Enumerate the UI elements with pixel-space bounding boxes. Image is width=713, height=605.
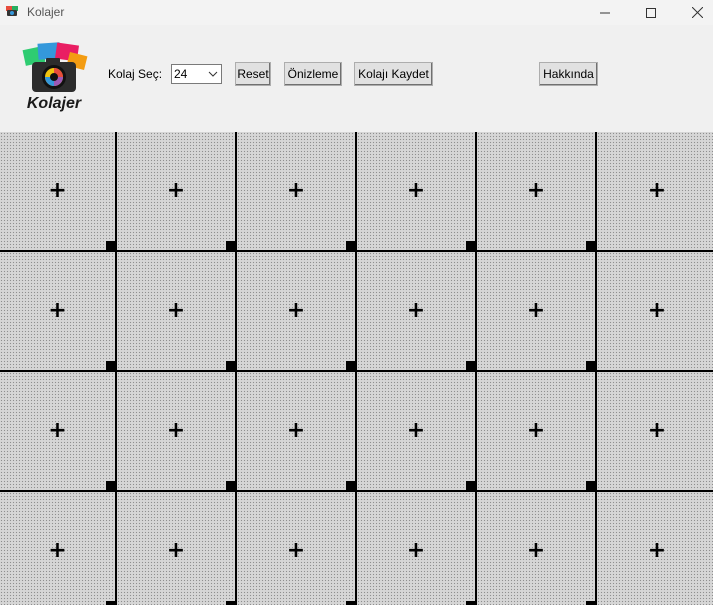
resize-handle[interactable] [466,601,476,605]
plus-icon[interactable]: + [647,180,667,202]
plus-icon[interactable]: + [166,540,186,562]
plus-icon[interactable]: + [647,300,667,322]
resize-handle[interactable] [226,361,236,371]
collage-select-value: 24 [174,67,188,81]
reset-button[interactable]: Reset [235,62,271,86]
plus-icon[interactable]: + [286,420,306,442]
plus-icon[interactable]: + [286,540,306,562]
collage-grid: + + + + + + + + + + + + + + + + + + + + + + + + [0,132,713,605]
resize-handle[interactable] [586,481,596,491]
plus-icon[interactable]: + [647,420,667,442]
title-bar: Kolajer [0,0,713,25]
plus-icon[interactable]: + [286,180,306,202]
resize-handle[interactable] [346,361,356,371]
save-collage-button[interactable]: Kolajı Kaydet [354,62,433,86]
resize-handle[interactable] [346,481,356,491]
maximize-button[interactable] [628,0,674,25]
plus-icon[interactable]: + [526,180,546,202]
resize-handle[interactable] [586,601,596,605]
collage-select[interactable]: 24 [171,64,222,84]
resize-handle[interactable] [226,601,236,605]
plus-icon[interactable]: + [166,420,186,442]
kolajer-logo: Kolajer [22,42,88,112]
logo-text: Kolajer [27,95,82,112]
resize-handle[interactable] [106,361,116,371]
resize-handle[interactable] [346,241,356,251]
app-icon [6,6,18,16]
close-button[interactable] [674,0,713,25]
plus-icon[interactable]: + [48,540,68,562]
resize-handle[interactable] [466,481,476,491]
preview-button[interactable]: Önizleme [284,62,342,86]
maximize-icon [646,7,656,18]
resize-handle[interactable] [466,361,476,371]
resize-handle[interactable] [346,601,356,605]
plus-icon[interactable]: + [48,420,68,442]
resize-handle[interactable] [466,241,476,251]
plus-icon[interactable]: + [406,180,426,202]
resize-handle[interactable] [106,241,116,251]
collage-select-label: Kolaj Seç: [108,67,163,81]
resize-handle[interactable] [226,481,236,491]
resize-handle[interactable] [586,361,596,371]
plus-icon[interactable]: + [526,300,546,322]
minimize-button[interactable] [582,0,628,25]
resize-handle[interactable] [226,241,236,251]
plus-icon[interactable]: + [166,300,186,322]
close-icon [691,7,703,18]
minimize-icon [600,12,610,13]
resize-handle[interactable] [586,241,596,251]
plus-icon[interactable]: + [286,300,306,322]
about-button[interactable]: Hakkında [539,62,598,86]
chevron-down-icon [208,71,218,77]
plus-icon[interactable]: + [526,420,546,442]
plus-icon[interactable]: + [406,300,426,322]
plus-icon[interactable]: + [406,420,426,442]
window-title: Kolajer [27,5,65,19]
plus-icon[interactable]: + [48,180,68,202]
plus-icon[interactable]: + [406,540,426,562]
resize-handle[interactable] [106,601,116,605]
plus-icon[interactable]: + [526,540,546,562]
plus-icon[interactable]: + [48,300,68,322]
plus-icon[interactable]: + [166,180,186,202]
plus-icon[interactable]: + [647,540,667,562]
resize-handle[interactable] [106,481,116,491]
